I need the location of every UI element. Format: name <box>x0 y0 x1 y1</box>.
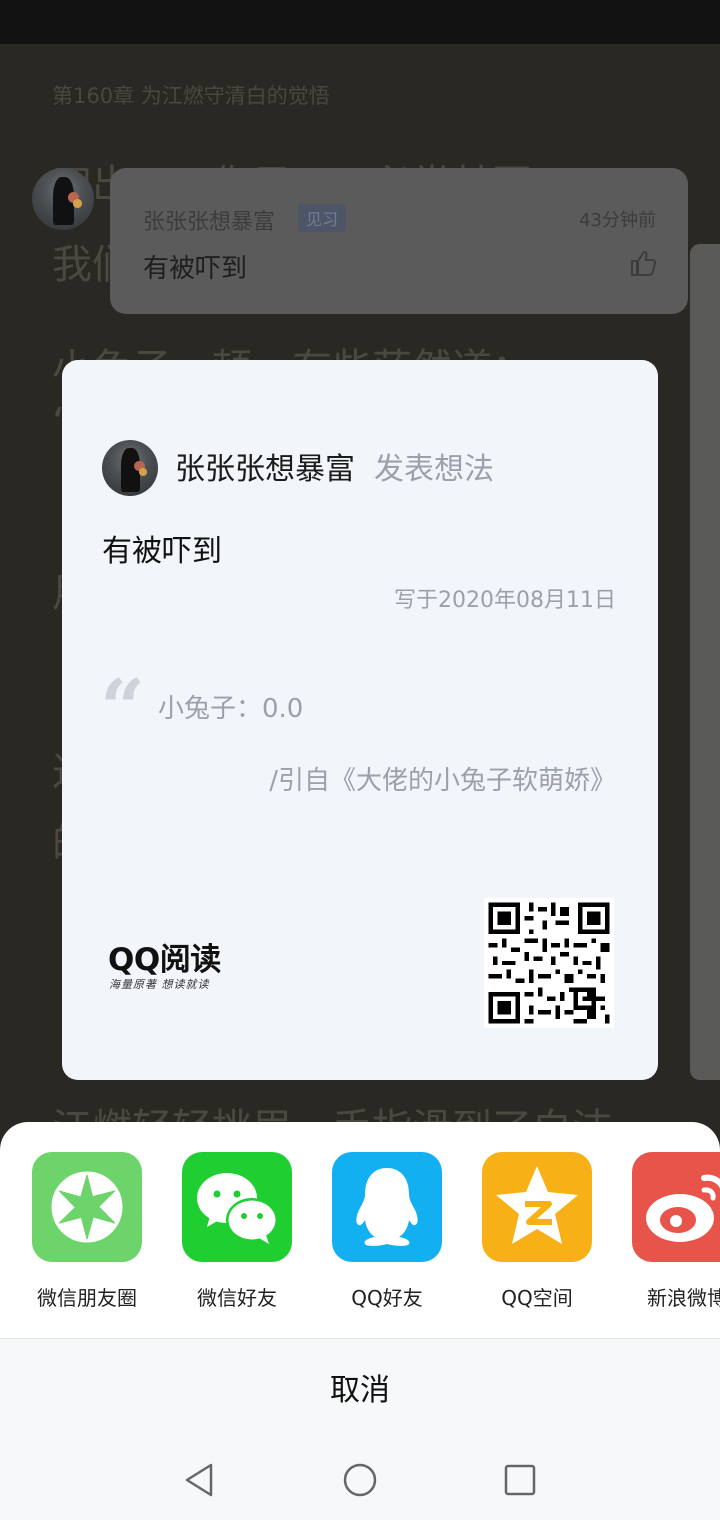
quote-mark-icon: “ <box>100 663 145 754</box>
qr-code <box>484 898 614 1028</box>
back-triangle-icon[interactable] <box>180 1460 220 1500</box>
moments-icon <box>32 1152 142 1262</box>
written-date: 写于2020年08月11日 <box>394 588 616 613</box>
share-wechat[interactable]: 微信好友 <box>150 1152 300 1342</box>
author-action: 发表想法 <box>374 452 494 487</box>
share-label: 新浪微博 <box>647 1286 720 1310</box>
comment-time: 43分钟前 <box>579 210 656 231</box>
brand-slogan: 海量原著 想读就读 <box>109 978 210 991</box>
comment-text: 有被吓到 <box>143 254 248 284</box>
share-label: QQ好友 <box>351 1286 423 1310</box>
chapter-title: 第160章 为江燃守清白的觉悟 <box>52 84 330 108</box>
comment-bubble: 张张张想暴富 见习 43分钟前 有被吓到 <box>110 168 688 314</box>
share-label: QQ空间 <box>501 1286 573 1310</box>
qq-reader-logo: QQ阅读 <box>108 942 221 978</box>
wechat-icon <box>182 1152 292 1262</box>
share-qq[interactable]: QQ好友 <box>300 1152 450 1342</box>
weibo-icon <box>632 1152 720 1262</box>
cancel-button[interactable]: 取消 <box>0 1367 720 1415</box>
quote-source: /引自《大佬的小兔子软萌娇》 <box>269 766 616 796</box>
author-avatar <box>102 440 158 496</box>
share-preview-card: 张张张想暴富 发表想法 有被吓到 写于2020年08月11日 “ 小兔子：0.0… <box>62 360 658 1080</box>
comment-username: 张张张想暴富 <box>143 210 276 235</box>
quote-text: 小兔子：0.0 <box>158 694 304 724</box>
share-label: 微信好友 <box>197 1286 277 1310</box>
level-badge: 见习 <box>298 204 347 232</box>
thought-content: 有被吓到 <box>102 534 222 569</box>
qq-icon <box>332 1152 442 1262</box>
share-moments[interactable]: 微信朋友圈 <box>0 1152 150 1342</box>
share-label: 微信朋友圈 <box>37 1286 137 1310</box>
share-targets: 微信朋友圈 微信好友 QQ好友 QQ空间 新浪微博 <box>0 1152 720 1342</box>
avatar <box>32 168 94 230</box>
status-bar <box>0 0 720 44</box>
recents-square-icon[interactable] <box>500 1460 540 1500</box>
side-panel <box>690 244 720 1080</box>
share-qzone[interactable]: QQ空间 <box>450 1152 600 1342</box>
qzone-icon <box>482 1152 592 1262</box>
system-nav-bar <box>0 1440 720 1520</box>
thumbs-up-icon <box>628 248 658 278</box>
share-weibo[interactable]: 新浪微博 <box>600 1152 720 1342</box>
author-name: 张张张想暴富 <box>175 452 355 487</box>
home-circle-icon[interactable] <box>340 1460 380 1500</box>
